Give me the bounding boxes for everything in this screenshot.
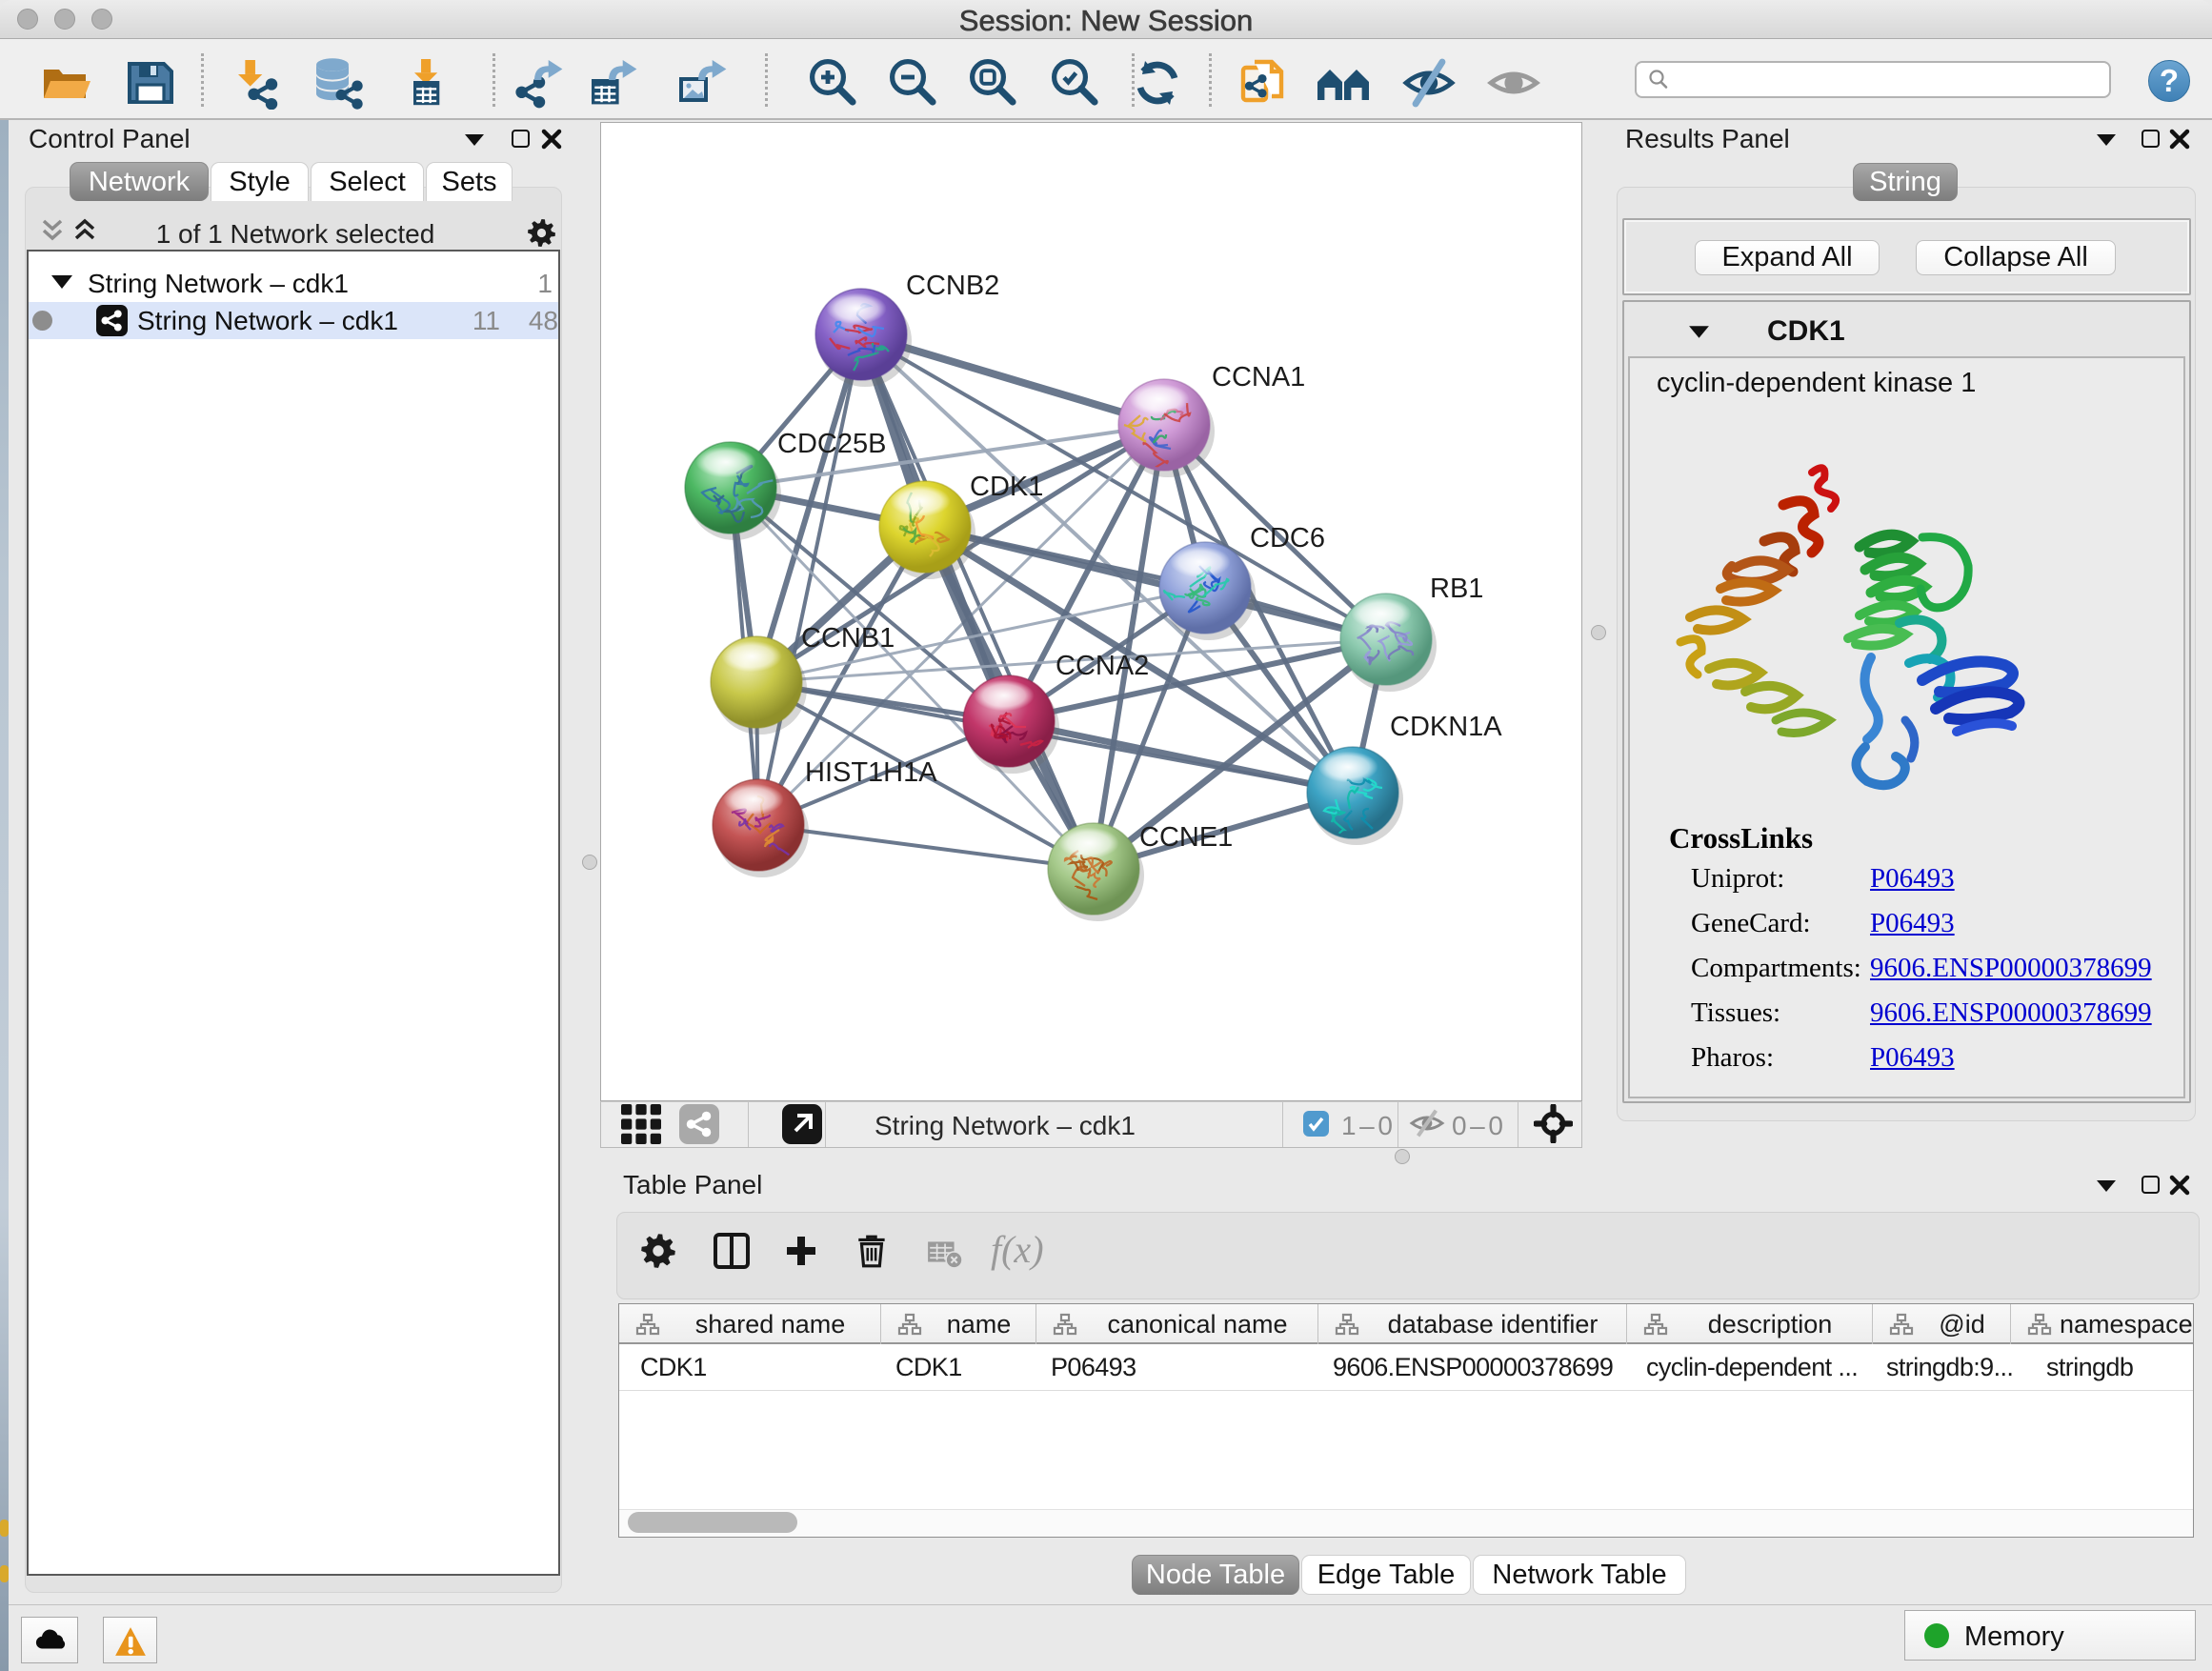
svg-text:CCNE1: CCNE1: [1139, 822, 1233, 853]
svg-text:RB1: RB1: [1430, 574, 1483, 604]
svg-text:CDK1: CDK1: [970, 472, 1043, 502]
svg-text:CCNB1: CCNB1: [801, 623, 895, 654]
svg-text:CDKN1A: CDKN1A: [1390, 712, 1502, 742]
svg-text:CCNA2: CCNA2: [1056, 651, 1149, 681]
svg-text:CDC6: CDC6: [1250, 523, 1325, 554]
svg-text:CCNB2: CCNB2: [906, 271, 999, 301]
svg-text:CCNA1: CCNA1: [1212, 362, 1305, 393]
svg-text:CDC25B: CDC25B: [777, 429, 886, 459]
svg-text:HIST1H1A: HIST1H1A: [805, 757, 937, 788]
